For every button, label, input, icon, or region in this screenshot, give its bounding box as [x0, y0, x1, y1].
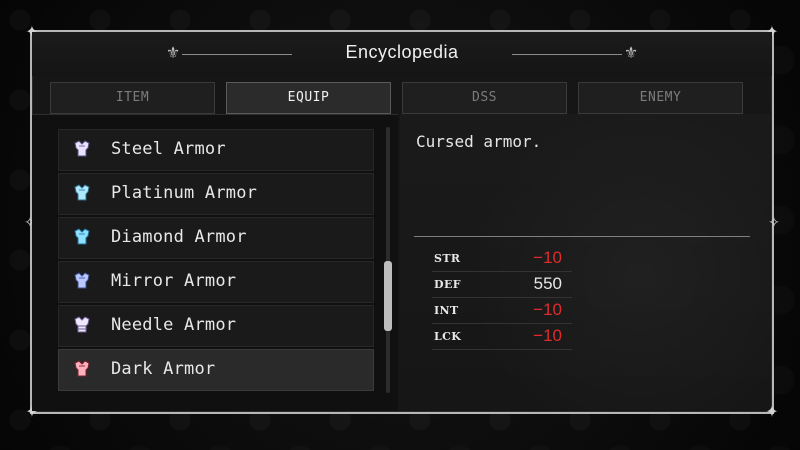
tab-equip[interactable]: EQUIP	[226, 82, 391, 114]
tab-item[interactable]: ITEM	[50, 82, 215, 114]
list-item-label: Steel Armor	[111, 139, 226, 159]
category-tabs: ITEM EQUIP DSS ENEMY	[50, 82, 750, 114]
title-bar: ⚜ Encyclopedia ⚜	[32, 32, 772, 76]
list-item-label: Platinum Armor	[111, 183, 258, 203]
list-item-label: Mirror Armor	[111, 271, 237, 291]
list-item-label: Needle Armor	[111, 315, 237, 335]
dark-armor-icon	[74, 360, 90, 377]
needle-armor-icon	[74, 316, 90, 333]
platinum-armor-icon	[74, 184, 90, 201]
tab-dss[interactable]: DSS	[402, 82, 567, 114]
diamond-armor-icon	[74, 228, 90, 245]
list-item-mirror-armor[interactable]: Mirror Armor	[58, 261, 374, 303]
list-item-diamond-armor[interactable]: Diamond Armor	[58, 217, 374, 259]
item-details-panel: Cursed armor. STR −10 DEF 550 INT −10 LC…	[400, 114, 770, 410]
tab-enemy[interactable]: ENEMY	[578, 82, 743, 114]
stat-value: −10	[533, 300, 562, 319]
fleur-de-lis-right-icon: ⚜	[623, 43, 639, 62]
stat-value: −10	[533, 326, 562, 345]
list-item-platinum-armor[interactable]: Platinum Armor	[58, 173, 374, 215]
list-item-label: Diamond Armor	[111, 227, 247, 247]
stat-label: LCK	[434, 330, 462, 343]
encyclopedia-window: ✦ ✦ ✦ ✦ ✧ ✧ ⚜ Encyclopedia ⚜ ITEM EQUIP …	[24, 23, 780, 421]
stat-value: −10	[533, 248, 562, 267]
stat-label: INT	[434, 304, 459, 317]
window-title: Encyclopedia	[345, 42, 459, 62]
item-description: Cursed armor.	[416, 132, 542, 151]
stat-row-def: DEF 550	[432, 272, 572, 298]
stat-row-str: STR −10	[432, 246, 572, 272]
list-item-label: Dark Armor	[111, 359, 216, 379]
list-item-dark-armor[interactable]: Dark Armor	[58, 349, 374, 391]
title-divider-right	[512, 54, 622, 55]
stat-row-lck: LCK −10	[432, 324, 572, 350]
equip-list-panel: Steel Armor Platinum Armor Diamond Armor	[32, 114, 398, 411]
stat-label: STR	[434, 252, 461, 265]
stat-value: 550	[533, 274, 562, 293]
mirror-armor-icon	[74, 272, 90, 289]
stat-label: DEF	[434, 278, 461, 291]
list-scroll-track[interactable]	[386, 127, 390, 393]
steel-armor-icon	[74, 140, 90, 157]
list-item-needle-armor[interactable]: Needle Armor	[58, 305, 374, 347]
list-scroll-thumb[interactable]	[384, 261, 392, 331]
list-item-steel-armor[interactable]: Steel Armor	[58, 129, 374, 171]
details-divider	[414, 236, 750, 237]
stat-row-int: INT −10	[432, 298, 572, 324]
stats-table: STR −10 DEF 550 INT −10 LCK −10	[432, 246, 572, 350]
